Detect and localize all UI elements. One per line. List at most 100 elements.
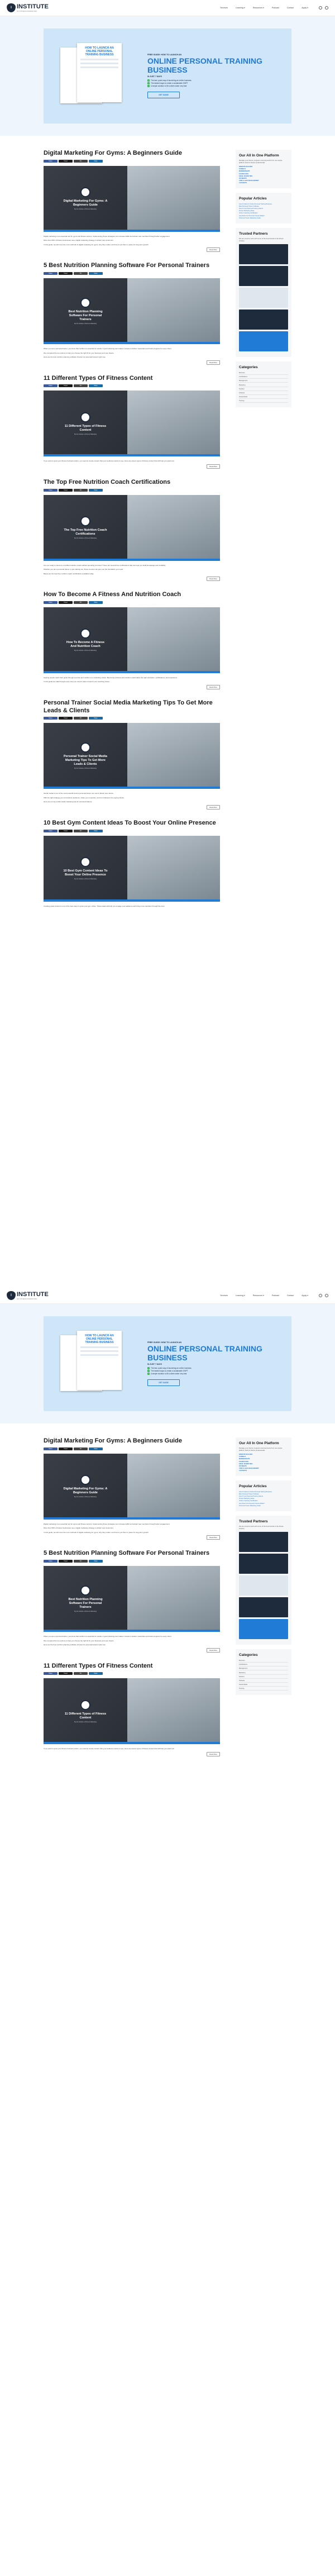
platform-link[interactable]: SCHEDULING [239,173,288,175]
platform-link[interactable]: WEBSITE BUILDER [239,1454,288,1455]
platform-link[interactable]: EMAIL MARKETING [239,1463,288,1465]
site-logo[interactable]: I INSTITUTE OF FITNESS MARKETING [7,3,49,12]
popular-article-link[interactable]: Fitness Marketing Ideas [239,1498,288,1499]
site-logo[interactable]: I INSTITUTE OF FITNESS MARKETING [7,1291,49,1300]
partner-banner[interactable] [239,331,288,351]
linkedin-share-button[interactable]: Share [89,488,103,492]
featured-image[interactable]: Best Nutrition Planning Software For Per… [44,1566,220,1632]
featured-image[interactable]: Digital Marketing For Gyms: A Beginners … [44,165,220,232]
platform-link[interactable]: PAYMENTS [239,1465,288,1467]
popular-article-link[interactable]: How To Start An Online Personal Training… [239,203,288,205]
read-more-button[interactable]: Read More [207,360,220,365]
category-link[interactable]: Software [239,1679,288,1683]
popular-article-link[interactable]: Best Personal Trainer Software [239,206,288,207]
nav-item-podcast[interactable]: Podcast [272,7,279,9]
twitter-share-button[interactable]: Tweet [59,384,73,388]
featured-image[interactable]: 10 Best Gym Content Ideas To Boost Your … [44,835,220,902]
platform-link[interactable]: CHATBOTS [239,1470,288,1472]
post-title[interactable]: 5 Best Nutrition Planning Software For P… [44,262,220,270]
pinterest-share-button[interactable]: Pin [74,1672,88,1675]
nav-item-contact[interactable]: Contact [287,1294,294,1297]
partner-banner[interactable] [239,1618,288,1639]
partner-banner[interactable] [239,265,288,286]
pinterest-share-button[interactable]: Pin [74,601,88,604]
twitter-share-button[interactable]: Tweet [59,1447,73,1450]
category-link[interactable]: Nutrition [239,1675,288,1679]
nav-item-learning[interactable]: Learning ▾ [236,7,245,9]
facebook-share-button[interactable]: Share [44,717,58,720]
featured-image[interactable]: 11 Different Types of Fitness Content By… [44,391,220,457]
linkedin-share-button[interactable]: Share [89,1447,103,1450]
read-more-button[interactable]: Read More [207,684,220,689]
twitter-share-button[interactable]: Tweet [59,488,73,492]
platform-link[interactable]: EMAIL MARKETING [239,175,288,177]
platform-link[interactable]: CHATBOTS [239,182,288,184]
nav-item-resources[interactable]: Resources ▾ [253,7,264,9]
post-title[interactable]: The Top Free Nutrition Coach Certificati… [44,479,220,487]
twitter-share-button[interactable]: Tweet [59,1560,73,1563]
nav-item-learning[interactable]: Learning ▾ [236,1294,245,1297]
read-more-button[interactable]: Read More [207,464,220,469]
pinterest-share-button[interactable]: Pin [74,717,88,720]
platform-link[interactable]: MEMBERSHIPS [239,1458,288,1460]
facebook-share-button[interactable]: Share [44,272,58,275]
popular-article-link[interactable]: Online Coaching Certification [239,1500,288,1502]
twitter-share-button[interactable]: Tweet [59,717,73,720]
linkedin-share-button[interactable]: Share [89,272,103,275]
platform-link[interactable]: SCHEDULING [239,1461,288,1463]
platform-link[interactable]: FUNNELS [239,1456,288,1458]
nav-item-services[interactable]: Services [220,7,228,9]
category-link[interactable]: Management [239,379,288,383]
partner-banner[interactable] [239,1531,288,1552]
popular-article-link[interactable]: Online Coaching Certification [239,212,288,214]
partner-banner[interactable] [239,309,288,330]
get-guide-button[interactable]: GET GUIDE [147,1379,180,1387]
platform-link[interactable]: WEBSITE BUILDER [239,166,288,168]
popular-article-link[interactable]: Personal Trainer Marketing Guide [239,217,288,219]
post-title[interactable]: Personal Trainer Social Media Marketing … [44,699,220,715]
popular-article-link[interactable]: Best Personal Trainer Software [239,1493,288,1495]
partner-banner[interactable] [239,287,288,308]
read-more-button[interactable]: Read More [207,1648,220,1653]
platform-link[interactable]: MEMBERSHIPS [239,170,288,172]
linkedin-share-button[interactable]: Share [89,601,103,604]
partner-banner[interactable] [239,1553,288,1574]
search-icon[interactable] [319,6,322,9]
featured-image[interactable]: Best Nutrition Planning Software For Per… [44,278,220,344]
featured-image[interactable]: How To Become A Fitness And Nutrition Co… [44,607,220,673]
linkedin-share-button[interactable]: Share [89,159,103,163]
search-icon[interactable] [319,1294,322,1297]
read-more-button[interactable]: Read More [207,1535,220,1540]
category-link[interactable]: Marketing [239,384,288,387]
post-title[interactable]: 5 Best Nutrition Planning Software For P… [44,1550,220,1558]
nav-item-contact[interactable]: Contact [287,7,294,9]
popular-article-link[interactable]: How Much Do Personal Trainers Make? [239,1503,288,1504]
featured-image[interactable]: Digital Marketing For Gyms: A Beginners … [44,1453,220,1520]
category-link[interactable]: Training [239,399,288,403]
category-link[interactable]: Management [239,1667,288,1671]
pinterest-share-button[interactable]: Pin [74,272,88,275]
cart-icon[interactable] [325,1294,328,1297]
nav-item-resources[interactable]: Resources ▾ [253,1294,264,1297]
twitter-share-button[interactable]: Tweet [59,272,73,275]
featured-image[interactable]: 11 Different Types of Fitness Content By… [44,1678,220,1745]
pinterest-share-button[interactable]: Pin [74,159,88,163]
category-link[interactable]: Certifications [239,375,288,379]
facebook-share-button[interactable]: Share [44,601,58,604]
category-link[interactable]: Social Media [239,1683,288,1687]
platform-link[interactable]: FUNNELS [239,168,288,170]
nav-item-podcast[interactable]: Podcast [272,1294,279,1297]
post-title[interactable]: 11 Different Types Of Fitness Content [44,1663,220,1670]
category-link[interactable]: Business [239,372,288,375]
facebook-share-button[interactable]: Share [44,159,58,163]
pinterest-share-button[interactable]: Pin [74,488,88,492]
twitter-share-button[interactable]: Tweet [59,159,73,163]
nav-item-apply[interactable]: Apply ▾ [302,1294,308,1297]
facebook-share-button[interactable]: Share [44,1672,58,1675]
pinterest-share-button[interactable]: Pin [74,1560,88,1563]
partner-banner[interactable] [239,1575,288,1596]
platform-link[interactable]: PAYMENTS [239,178,288,179]
pinterest-share-button[interactable]: Pin [74,1447,88,1450]
twitter-share-button[interactable]: Tweet [59,829,73,832]
popular-article-link[interactable]: How To Get Personal Training Clients [239,1496,288,1497]
